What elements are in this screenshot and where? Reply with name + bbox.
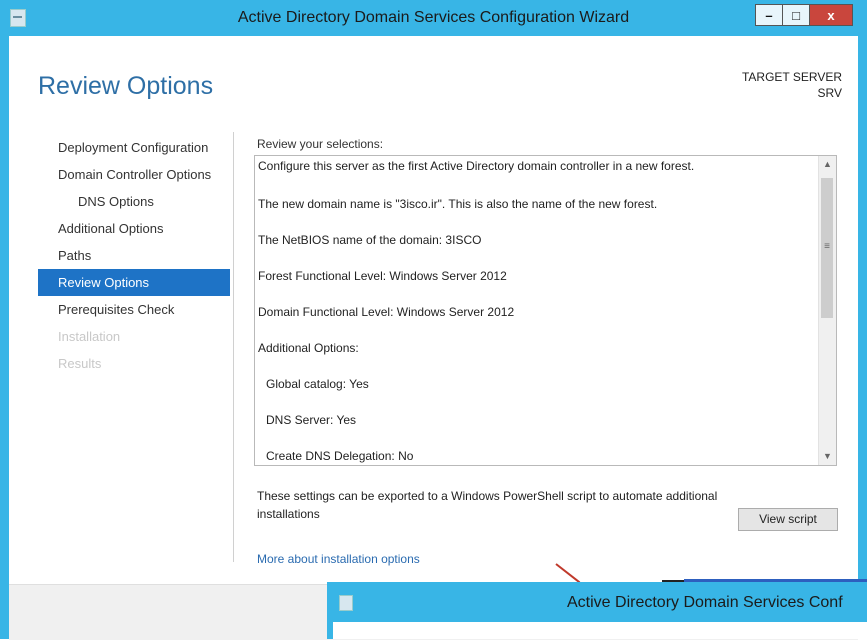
scroll-down-icon[interactable]: ▼ bbox=[819, 448, 836, 465]
scroll-thumb[interactable]: ≡ bbox=[821, 178, 833, 318]
server-manager-icon bbox=[339, 595, 353, 611]
nav-item-additional-options[interactable]: Additional Options bbox=[38, 215, 230, 242]
nav-divider bbox=[233, 132, 234, 562]
target-server-value: SRV bbox=[817, 86, 842, 100]
minimize-button[interactable]: – bbox=[755, 4, 783, 26]
scroll-up-icon[interactable]: ▲ bbox=[819, 156, 836, 173]
nav-item-deployment-configuration[interactable]: Deployment Configuration bbox=[38, 134, 230, 161]
nav-item-installation: Installation bbox=[58, 329, 121, 344]
review-label: Review your selections: bbox=[257, 137, 384, 151]
wizard-window: Active Directory Domain Services Configu… bbox=[0, 0, 867, 640]
overlay-window-title: Active Directory Domain Services Conf bbox=[567, 594, 843, 611]
nav-item-dns-options[interactable]: DNS Options bbox=[38, 188, 230, 215]
review-line: The new domain name is "3isco.ir". This … bbox=[258, 197, 658, 211]
window-controls: – □ x bbox=[755, 4, 853, 28]
review-line: Additional Options: bbox=[258, 341, 359, 355]
review-line: Create DNS Delegation: No bbox=[266, 449, 414, 463]
review-line: The NetBIOS name of the domain: 3ISCO bbox=[258, 233, 482, 247]
nav-item-domain-controller-options[interactable]: Domain Controller Options bbox=[38, 161, 230, 188]
overlay-client-area bbox=[333, 622, 867, 639]
grip-icon: ≡ bbox=[824, 241, 830, 252]
view-script-button[interactable]: View script bbox=[738, 508, 838, 531]
vertical-scrollbar[interactable]: ▲ ≡ ▼ bbox=[818, 156, 836, 465]
page-title: Review Options bbox=[38, 72, 214, 100]
review-textbox[interactable]: Configure this server as the first Activ… bbox=[254, 155, 837, 466]
maximize-button[interactable]: □ bbox=[782, 4, 810, 26]
overlapping-wizard-window[interactable]: Active Directory Domain Services Conf bbox=[327, 582, 867, 639]
close-button[interactable]: x bbox=[809, 4, 853, 26]
more-about-installation-link[interactable]: More about installation options bbox=[257, 552, 420, 566]
review-line: Forest Functional Level: Windows Server … bbox=[258, 269, 507, 283]
title-bar[interactable]: Active Directory Domain Services Configu… bbox=[0, 0, 867, 36]
nav-item-results: Results bbox=[58, 356, 102, 371]
review-line: Configure this server as the first Activ… bbox=[258, 159, 695, 173]
target-server-label: TARGET SERVER bbox=[741, 70, 842, 84]
review-lines: Configure this server as the first Activ… bbox=[258, 156, 818, 465]
wizard-client-area: Review Options TARGET SERVER SRV Deploym… bbox=[9, 36, 858, 640]
export-description: These settings can be exported to a Wind… bbox=[257, 489, 718, 521]
window-title: Active Directory Domain Services Configu… bbox=[237, 9, 630, 26]
wizard-nav: Deployment Configuration Domain Controll… bbox=[38, 134, 230, 377]
nav-item-paths[interactable]: Paths bbox=[38, 242, 230, 269]
nav-item-prerequisites-check[interactable]: Prerequisites Check bbox=[38, 296, 230, 323]
nav-item-review-options[interactable]: Review Options bbox=[38, 269, 230, 296]
review-line: Global catalog: Yes bbox=[266, 377, 369, 391]
review-line: Domain Functional Level: Windows Server … bbox=[258, 305, 515, 319]
review-line: DNS Server: Yes bbox=[266, 413, 357, 427]
target-server: TARGET SERVER SRV bbox=[742, 69, 842, 101]
